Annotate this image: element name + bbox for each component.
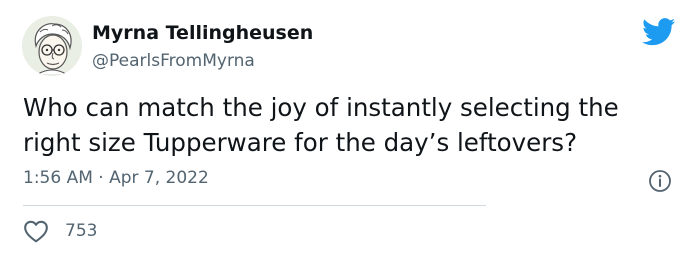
like-button[interactable]: 753: [23, 218, 97, 244]
tweet-card: Myrna Tellingheusen @PearlsFromMyrna Who…: [0, 0, 700, 257]
like-count: 753: [65, 221, 98, 241]
twitter-bird-glyph: [642, 18, 676, 46]
author-display-name[interactable]: Myrna Tellingheusen: [92, 22, 313, 44]
heart-icon: [24, 220, 48, 243]
tweet-timestamp[interactable]: 1:56 AM · Apr 7, 2022: [23, 168, 209, 188]
tweet-text: Who can match the joy of instantly selec…: [23, 93, 619, 157]
author-handle[interactable]: @PearlsFromMyrna: [92, 51, 255, 71]
divider: [23, 205, 486, 206]
twitter-bird-icon[interactable]: [642, 18, 676, 46]
avatar-illustration: [22, 16, 82, 76]
avatar[interactable]: [22, 16, 82, 76]
info-glyph: [649, 170, 671, 192]
info-icon[interactable]: [648, 169, 672, 193]
